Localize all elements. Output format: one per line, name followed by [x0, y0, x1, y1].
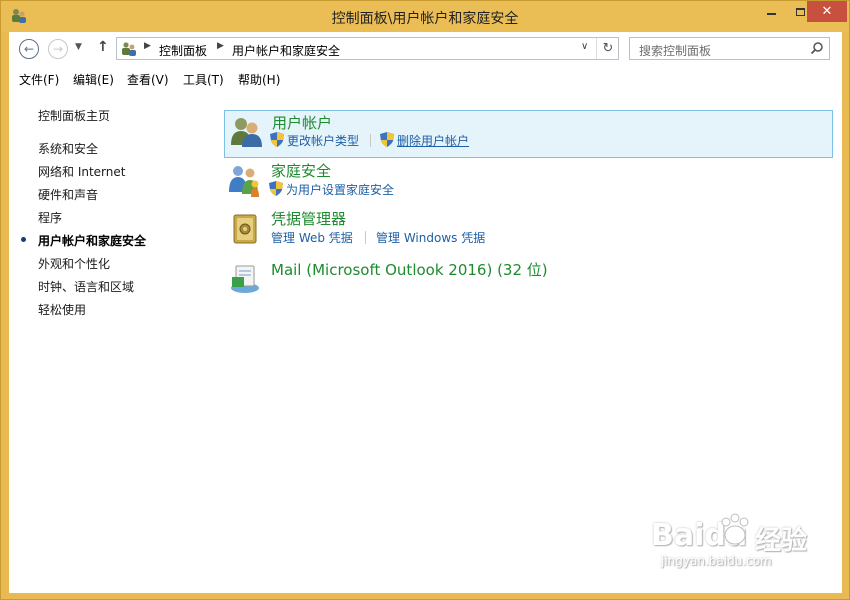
breadcrumb-separator-icon[interactable]: ▶ — [144, 41, 151, 51]
task-divider — [365, 231, 366, 244]
back-arrow-icon: ← — [23, 42, 35, 56]
paw-icon — [721, 513, 749, 545]
sidebar-item-user-accounts[interactable]: 用户帐户和家庭安全 — [38, 232, 146, 249]
menu-edit[interactable]: 编辑(E) — [73, 71, 114, 88]
task-set-up-family-safety[interactable]: 为用户设置家庭安全 — [269, 181, 394, 197]
control-panel-window: 控制面板\用户帐户和家庭安全 ✕ ← → ▼ ↑ ▶ 控制面板 ▶ 用户帐户和家… — [0, 0, 850, 600]
back-button[interactable]: ← — [19, 39, 39, 59]
uac-shield-icon — [380, 132, 394, 147]
minimize-button[interactable] — [757, 1, 786, 22]
task-divider — [370, 134, 371, 147]
navigation-bar: ← → ▼ ↑ ▶ 控制面板 ▶ 用户帐户和家庭安全 ∨ ↻ 搜索控制面板 — [9, 32, 842, 66]
window-title: 控制面板\用户帐户和家庭安全 — [331, 11, 519, 27]
chevron-down-icon: ▼ — [75, 42, 82, 52]
uac-shield-icon — [270, 132, 284, 147]
recent-locations-button[interactable]: ▼ — [75, 42, 82, 52]
refresh-button[interactable]: ↻ — [596, 38, 619, 59]
menu-help[interactable]: 帮助(H) — [238, 71, 280, 88]
sidebar-item-hardware[interactable]: 硬件和声音 — [38, 186, 98, 203]
section-credential-manager[interactable]: 凭据管理器 管理 Web 凭据 管理 Windows 凭据 — [224, 208, 833, 254]
search-input[interactable]: 搜索控制面板 — [639, 42, 711, 59]
address-bar[interactable]: ▶ 控制面板 ▶ 用户帐户和家庭安全 ∨ ↻ — [116, 37, 619, 60]
credential-vault-icon — [233, 214, 257, 244]
task-label: 更改帐户类型 — [287, 134, 360, 148]
breadcrumb-control-panel[interactable]: 控制面板 — [159, 42, 207, 59]
uac-shield-icon — [269, 181, 283, 196]
section-user-accounts[interactable]: 用户帐户 更改帐户类型 删除用户帐户 — [224, 110, 833, 158]
refresh-icon: ↻ — [602, 41, 614, 56]
users-icon — [231, 118, 262, 147]
up-arrow-icon: ↑ — [97, 39, 109, 55]
task-manage-web-credentials[interactable]: 管理 Web 凭据 — [271, 229, 353, 246]
close-icon: ✕ — [821, 4, 833, 19]
section-title-family-safety[interactable]: 家庭安全 — [271, 160, 331, 181]
search-icon[interactable] — [810, 41, 824, 55]
close-button[interactable]: ✕ — [807, 1, 847, 22]
current-page-bullet-icon — [21, 237, 26, 242]
family-safety-icon — [229, 166, 259, 197]
task-delete-user-account[interactable]: 删除用户帐户 — [380, 132, 469, 148]
sidebar-item-programs[interactable]: 程序 — [38, 209, 62, 226]
task-change-account-type[interactable]: 更改帐户类型 — [270, 132, 359, 148]
search-box[interactable]: 搜索控制面板 — [629, 37, 830, 60]
sidebar-item-clock-language[interactable]: 时钟、语言和区域 — [38, 278, 134, 295]
control-panel-home-link[interactable]: 控制面板主页 — [38, 107, 110, 124]
address-dropdown-icon[interactable]: ∨ — [581, 41, 588, 52]
forward-button[interactable]: → — [48, 39, 68, 59]
section-mail[interactable]: Mail (Microsoft Outlook 2016) (32 位) — [224, 257, 833, 295]
watermark-product: 经验 — [755, 526, 808, 556]
mail-icon — [231, 265, 259, 293]
baidu-jingyan-watermark: Baidu 经验 jingyan.baidu.com — [651, 508, 821, 572]
section-title-mail[interactable]: Mail (Microsoft Outlook 2016) (32 位) — [271, 259, 548, 280]
section-family-safety[interactable]: 家庭安全 为用户设置家庭安全 — [224, 160, 833, 206]
task-manage-windows-credentials[interactable]: 管理 Windows 凭据 — [376, 229, 485, 246]
task-label: 为用户设置家庭安全 — [286, 183, 395, 197]
section-title-user-accounts[interactable]: 用户帐户 — [272, 112, 332, 133]
maximize-icon — [796, 7, 805, 16]
sidebar-item-ease-of-access[interactable]: 轻松使用 — [38, 301, 86, 318]
minimize-icon — [767, 12, 776, 15]
menu-bar: 文件(F) 编辑(E) 查看(V) 工具(T) 帮助(H) — [9, 67, 842, 89]
section-title-credential-manager[interactable]: 凭据管理器 — [271, 208, 346, 229]
sidebar-item-network[interactable]: 网络和 Internet — [38, 163, 125, 180]
sidebar-item-appearance[interactable]: 外观和个性化 — [38, 255, 110, 272]
menu-file[interactable]: 文件(F) — [19, 71, 59, 88]
control-panel-icon — [122, 42, 136, 56]
watermark-url: jingyan.baidu.com — [661, 554, 772, 568]
left-navigation-pane: 控制面板主页 系统和安全 网络和 Internet 硬件和声音 程序 用户帐户和… — [9, 89, 209, 569]
sidebar-item-system-security[interactable]: 系统和安全 — [38, 140, 98, 157]
task-label: 删除用户帐户 — [397, 134, 470, 148]
breadcrumb-user-accounts[interactable]: 用户帐户和家庭安全 — [232, 42, 340, 59]
title-bar[interactable]: 控制面板\用户帐户和家庭安全 ✕ — [1, 1, 849, 32]
breadcrumb-separator-icon[interactable]: ▶ — [217, 41, 224, 51]
menu-tools[interactable]: 工具(T) — [183, 71, 224, 88]
up-button[interactable]: ↑ — [97, 39, 109, 55]
forward-arrow-icon: → — [52, 42, 64, 56]
client-area: ← → ▼ ↑ ▶ 控制面板 ▶ 用户帐户和家庭安全 ∨ ↻ 搜索控制面板 文件… — [9, 32, 842, 593]
menu-view[interactable]: 查看(V) — [127, 71, 169, 88]
